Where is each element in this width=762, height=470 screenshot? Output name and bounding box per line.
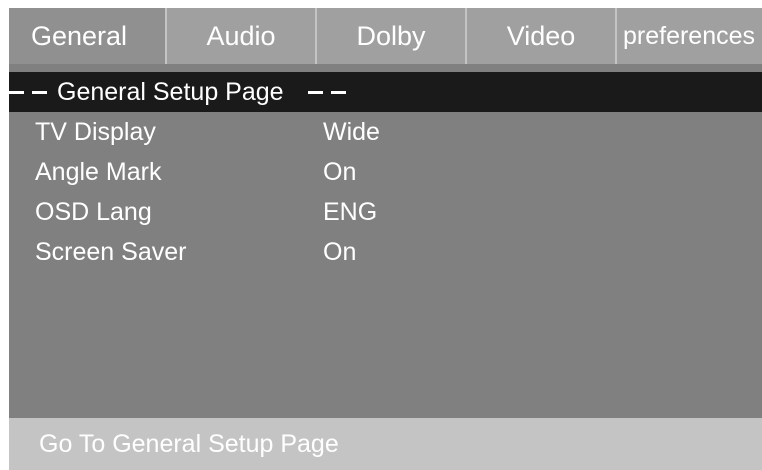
- tab-bar: General Audio Dolby Video preferences: [9, 8, 762, 64]
- setting-row-osd-lang[interactable]: OSD Lang ENG: [9, 198, 762, 238]
- dash-decoration-left: [9, 90, 47, 94]
- setting-value[interactable]: Wide: [323, 118, 380, 147]
- setting-label: Angle Mark: [35, 158, 162, 186]
- setting-label: Screen Saver: [35, 238, 187, 266]
- setting-value[interactable]: On: [323, 158, 356, 187]
- dash: [330, 90, 346, 94]
- tab-audio[interactable]: Audio: [167, 8, 317, 64]
- tab-dolby[interactable]: Dolby: [317, 8, 467, 64]
- setting-row-angle-mark[interactable]: Angle Mark On: [9, 158, 762, 198]
- page-title-bar: General Setup Page: [9, 72, 762, 112]
- settings-list: TV Display Wide Angle Mark On OSD Lang E…: [9, 118, 762, 278]
- tab-video[interactable]: Video: [467, 8, 617, 64]
- status-hint-bar: Go To General Setup Page: [9, 418, 762, 470]
- setting-label: OSD Lang: [35, 198, 152, 226]
- setting-row-tv-display[interactable]: TV Display Wide: [9, 118, 762, 158]
- dash: [9, 90, 24, 94]
- tab-general[interactable]: General: [9, 8, 167, 64]
- tab-preferences[interactable]: preferences: [617, 8, 762, 64]
- page-title: General Setup Page: [57, 77, 284, 106]
- dash: [307, 90, 323, 94]
- dash-decoration-right: [307, 90, 346, 94]
- setting-value[interactable]: On: [323, 238, 356, 267]
- setting-row-screen-saver[interactable]: Screen Saver On: [9, 238, 762, 278]
- status-hint-text: Go To General Setup Page: [39, 429, 339, 458]
- setup-menu-screen: General Audio Dolby Video preferences Ge…: [9, 8, 762, 470]
- setting-label: TV Display: [35, 118, 156, 146]
- dash: [32, 90, 47, 94]
- setting-value[interactable]: ENG: [323, 198, 377, 227]
